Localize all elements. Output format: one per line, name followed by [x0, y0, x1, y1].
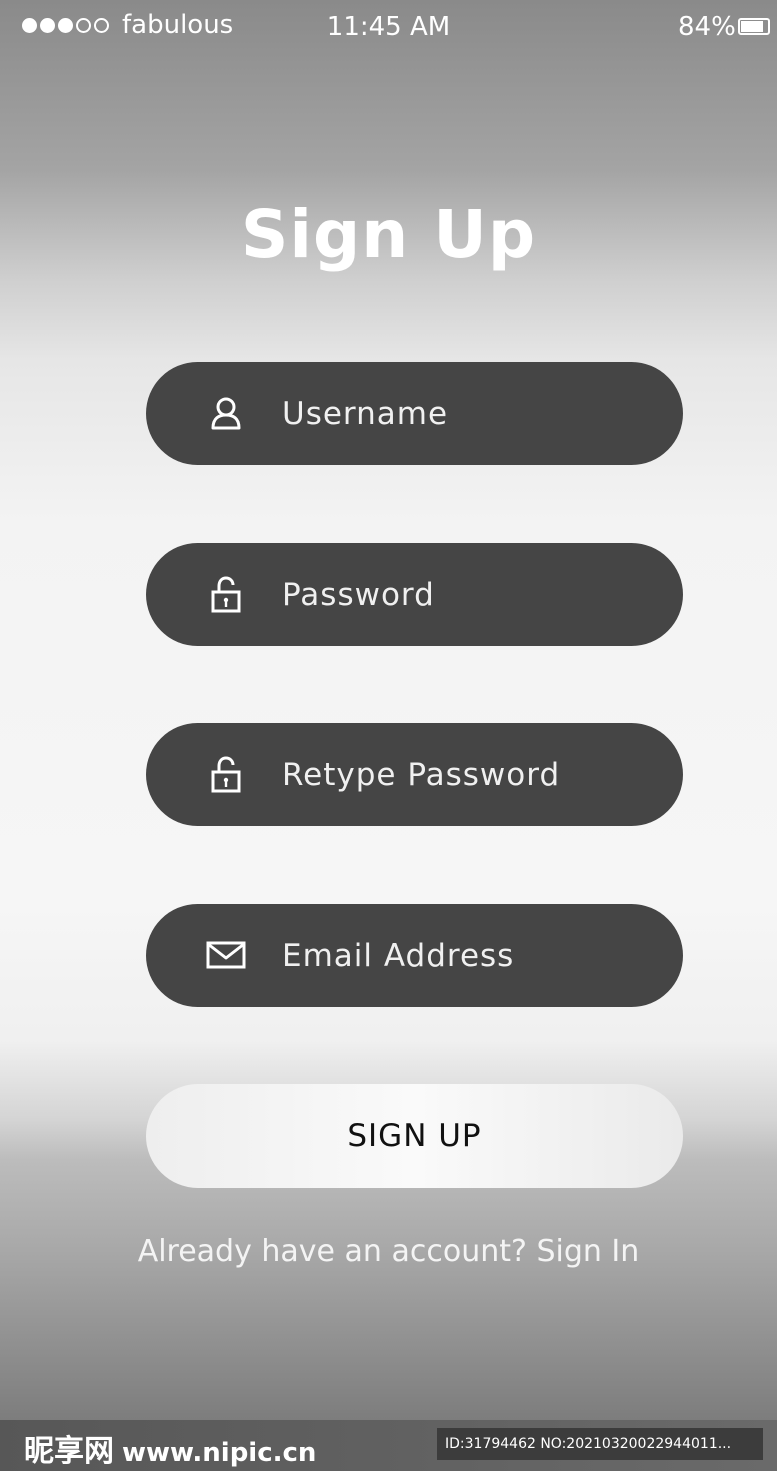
battery-percent: 84%	[678, 12, 736, 42]
password-input[interactable]	[282, 543, 662, 646]
watermark-logo-text: 昵享网	[24, 1434, 114, 1469]
status-time: 11:45 AM	[326, 12, 451, 42]
password-field[interactable]	[146, 543, 683, 646]
status-bar: fabulous 11:45 AM 84%	[0, 0, 777, 56]
sign-in-prompt: Already have an account?	[137, 1234, 537, 1269]
watermark-id: ID:31794462 NO:20210320022944011...	[437, 1428, 763, 1460]
envelope-icon	[206, 941, 246, 969]
padlock-icon	[211, 576, 241, 613]
watermark-logo: 昵享网 www.nipic.cn	[24, 1426, 316, 1470]
username-field[interactable]	[146, 362, 683, 465]
sign-in-link[interactable]: Sign In	[536, 1234, 639, 1269]
sign-in-row: Already have an account? Sign In	[0, 1234, 777, 1269]
username-input[interactable]	[282, 362, 662, 465]
email-input[interactable]	[282, 904, 662, 1007]
page-title: Sign Up	[240, 196, 537, 273]
user-icon	[211, 397, 241, 430]
watermark-url: www.nipic.cn	[122, 1438, 317, 1468]
sign-up-button[interactable]: SIGN UP	[146, 1084, 683, 1188]
padlock-icon	[211, 756, 241, 793]
battery-icon	[738, 18, 770, 35]
retype-password-field[interactable]	[146, 723, 683, 826]
retype-password-input[interactable]	[282, 723, 662, 826]
email-field[interactable]	[146, 904, 683, 1007]
